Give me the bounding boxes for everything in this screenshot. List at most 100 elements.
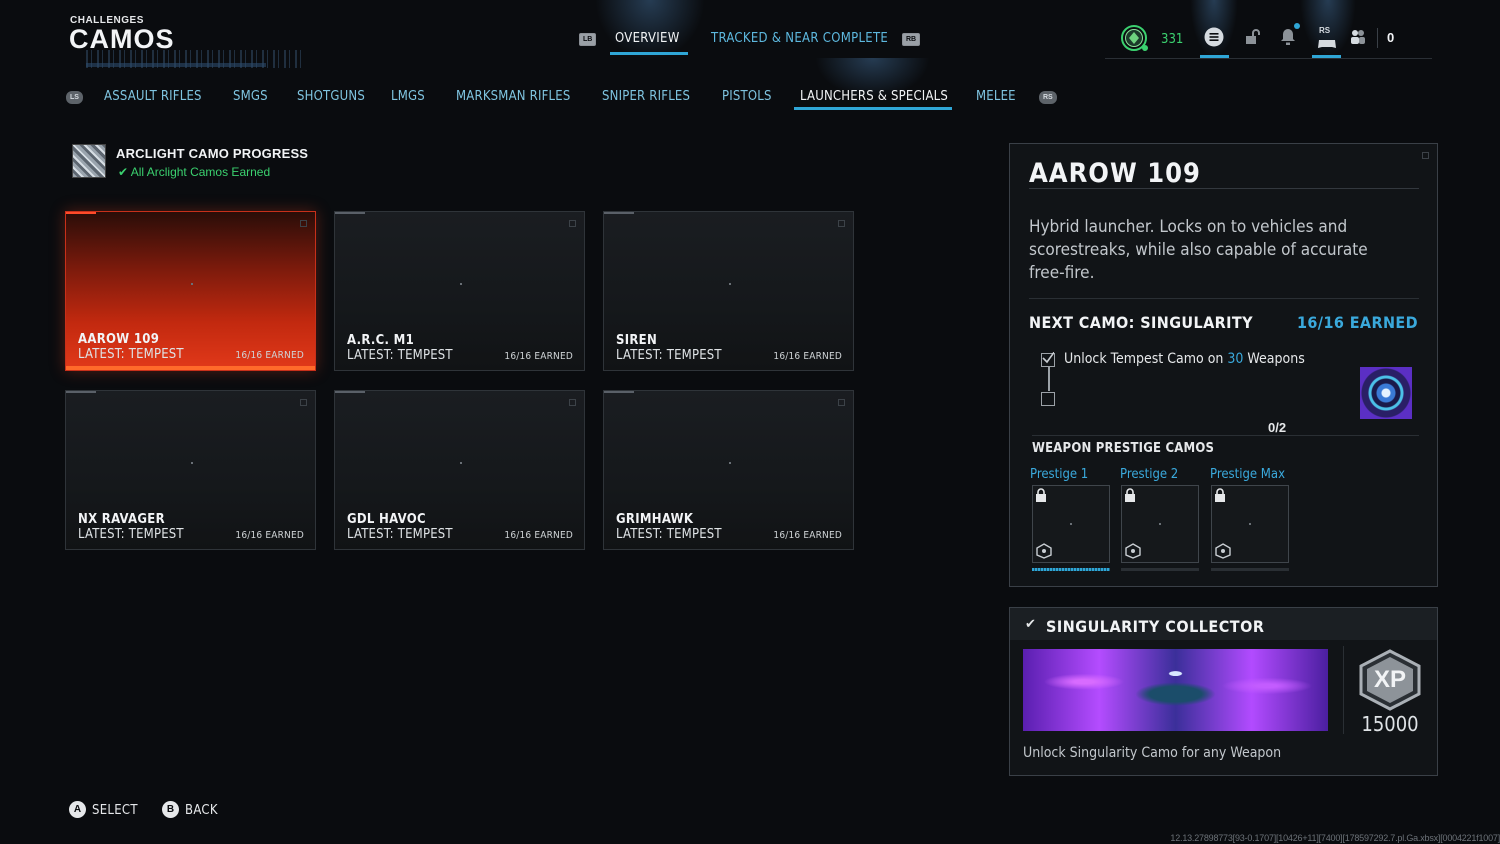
controller-icon[interactable] [1317, 37, 1337, 49]
card-corner [838, 399, 845, 406]
collector-title: SINGULARITY COLLECTOR [1046, 617, 1265, 636]
card-tick [66, 212, 96, 214]
collector-divider [1343, 646, 1344, 734]
weapon-earned: 16/16 EARNED [773, 351, 842, 362]
category-melee[interactable]: MELEE [976, 89, 1016, 104]
tab-overview-underline [610, 52, 688, 55]
select-prompt[interactable]: SELECT [92, 803, 138, 818]
lock-icon [1036, 488, 1046, 502]
prestige-1-camo[interactable] [1032, 485, 1110, 563]
prestige-max-label: Prestige Max [1210, 467, 1285, 482]
arclight-status-text: All Arclight Camos Earned [130, 165, 271, 179]
weapon-name: GDL HAVOC [347, 512, 426, 527]
a-button-icon: A [69, 801, 86, 818]
requirement-progress: 0/2 [1268, 420, 1287, 435]
singularity-camo-swatch [1360, 367, 1412, 419]
arclight-title: ARCLIGHT CAMO PROGRESS [116, 146, 309, 161]
detail-rule [1029, 188, 1419, 189]
rs-category-button-hint: RS [1039, 91, 1057, 104]
requirement-prefix: Unlock Tempest Camo on [1064, 351, 1228, 367]
panel-corner [1422, 152, 1429, 159]
weapon-card-gdl-havoc[interactable]: GDL HAVOC LATEST: TEMPEST 16/16 EARNED [334, 390, 585, 550]
category-pistols[interactable]: PISTOLS [722, 89, 772, 104]
arclight-camo-thumbnail [72, 144, 106, 178]
menu-icon[interactable] [1204, 27, 1224, 47]
category-assault-rifles[interactable]: ASSAULT RIFLES [104, 89, 202, 104]
tab-glow [595, 0, 705, 60]
weapon-latest-camo: LATEST: TEMPEST [347, 527, 453, 542]
checkmark-icon: ✔ [118, 165, 129, 179]
card-corner [838, 220, 845, 227]
card-dot [728, 462, 731, 465]
detail-weapon-title: AAROW 109 [1029, 158, 1201, 189]
player-level: 331 [1161, 32, 1184, 47]
prestige-2-camo[interactable] [1121, 485, 1199, 563]
collector-xp-amount: 15000 [1361, 712, 1419, 736]
next-camo-label: NEXT CAMO: SINGULARITY [1029, 313, 1253, 332]
tab-tracked-near-complete[interactable]: TRACKED & NEAR COMPLETE [711, 31, 888, 46]
category-smgs[interactable]: SMGS [233, 89, 268, 104]
category-launchers-specials[interactable]: LAUNCHERS & SPECIALS [800, 89, 948, 104]
box-dot [1249, 523, 1251, 525]
weapon-card-aarow-109[interactable]: AAROW 109 LATEST: TEMPEST 16/16 EARNED [65, 211, 316, 371]
weapon-latest-camo: LATEST: TEMPEST [78, 527, 184, 542]
requirement-text: Unlock Tempest Camo on 30 Weapons [1064, 351, 1305, 367]
prestige-max-progress-bar [1211, 568, 1289, 571]
arclight-status: ✔ All Arclight Camos Earned [118, 165, 270, 179]
checkmark-icon: ✔ [1025, 616, 1036, 631]
category-shotguns[interactable]: SHOTGUNS [297, 89, 365, 104]
next-camo-earned: 16/16 EARNED [1296, 313, 1418, 332]
requirement-checkbox-checked [1041, 352, 1055, 367]
box-dot [1159, 523, 1161, 525]
lock-icon [1215, 488, 1225, 502]
card-dot [459, 283, 462, 286]
xp-badge-icon: XP [1357, 649, 1423, 711]
weapon-card-grimhawk[interactable]: GRIMHAWK LATEST: TEMPEST 16/16 EARNED [603, 390, 854, 550]
rank-emblem-icon[interactable] [1120, 24, 1148, 52]
card-tick [335, 391, 365, 393]
weapon-card-arc-m1[interactable]: A.R.C. M1 LATEST: TEMPEST 16/16 EARNED [334, 211, 585, 371]
card-corner [300, 220, 307, 227]
weapon-detail-panel: AAROW 109 Hybrid launcher. Locks on to v… [1009, 143, 1438, 587]
notification-bell-icon[interactable] [1280, 28, 1296, 46]
weapon-earned: 16/16 EARNED [235, 530, 304, 541]
header-rule [1105, 58, 1432, 59]
card-tick [604, 212, 634, 214]
party-icon[interactable] [1350, 28, 1366, 46]
prestige-heading: WEAPON PRESTIGE CAMOS [1032, 441, 1215, 456]
tab-overview[interactable]: OVERVIEW [615, 31, 680, 46]
rb-button-hint: RB [902, 33, 921, 46]
requirement-checkbox-empty [1041, 392, 1055, 406]
prestige-2-label: Prestige 2 [1120, 467, 1179, 482]
card-tick [604, 391, 634, 393]
category-lmgs[interactable]: LMGS [391, 89, 425, 104]
card-tick [335, 212, 365, 214]
weapon-card-nx-ravager[interactable]: NX RAVAGER LATEST: TEMPEST 16/16 EARNED [65, 390, 316, 550]
back-prompt[interactable]: BACK [185, 803, 218, 818]
card-tick [66, 391, 96, 393]
card-corner [569, 220, 576, 227]
weapon-latest-camo: LATEST: TEMPEST [347, 348, 453, 363]
prestige-icon [1125, 543, 1141, 559]
prestige-2-progress-bar [1121, 568, 1199, 571]
selected-bar [66, 366, 315, 370]
requirement-connector [1048, 366, 1050, 391]
prestige-max-camo[interactable] [1211, 485, 1289, 563]
weapon-earned: 16/16 EARNED [504, 351, 573, 362]
singularity-collector-panel: ✔ SINGULARITY COLLECTOR XP 15000 Unlock … [1009, 607, 1438, 776]
ls-button-hint: LS [66, 91, 83, 104]
unlock-icon[interactable] [1245, 29, 1261, 45]
weapon-name: SIREN [616, 333, 658, 348]
detail-rule [1032, 435, 1419, 436]
weapon-name: NX RAVAGER [78, 512, 165, 527]
category-sniper-rifles[interactable]: SNIPER RIFLES [602, 89, 690, 104]
requirement-suffix: Weapons [1243, 351, 1305, 367]
build-string: 12.13.27898773[93-0.1707][10426+11][7400… [1170, 833, 1500, 843]
category-marksman-rifles[interactable]: MARKSMAN RIFLES [456, 89, 571, 104]
prestige-1-label: Prestige 1 [1030, 467, 1089, 482]
category-active-underline [794, 107, 952, 110]
weapon-name: GRIMHAWK [616, 512, 694, 527]
weapon-card-siren[interactable]: SIREN LATEST: TEMPEST 16/16 EARNED [603, 211, 854, 371]
requirement-count: 30 [1227, 351, 1244, 367]
rs-button-hint: RS [1319, 26, 1331, 35]
